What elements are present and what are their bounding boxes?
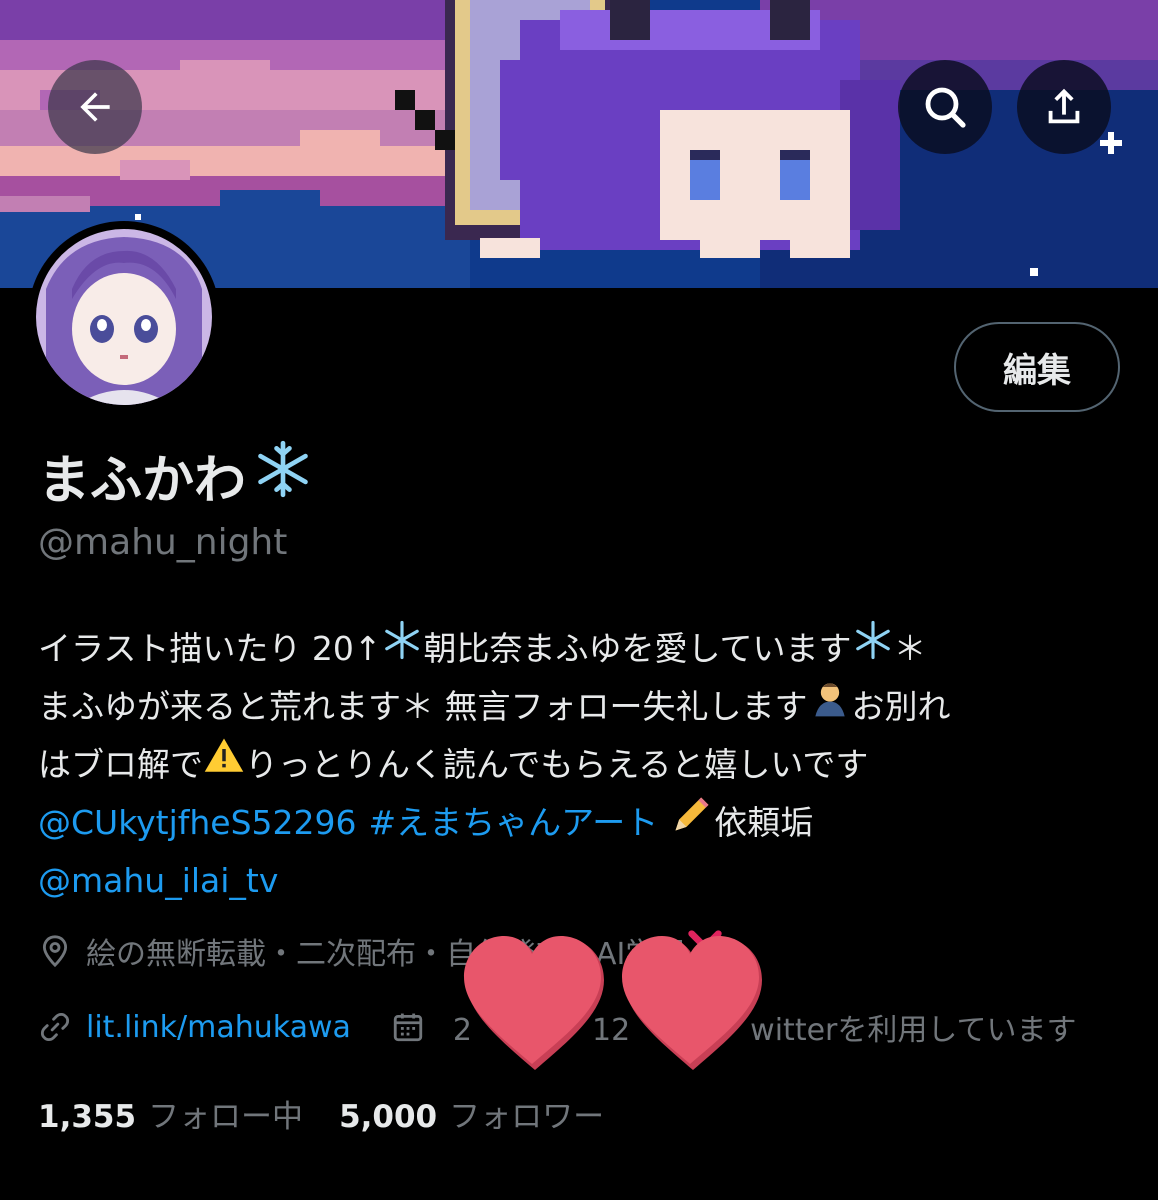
bowing-person-icon [808,676,852,738]
avatar-image [36,229,212,405]
back-button[interactable] [48,60,142,154]
snowflake-icon [252,438,314,513]
display-name: まふかわ [38,438,314,512]
warning-icon [203,735,245,795]
display-name-text: まふかわ [38,450,247,511]
bio-line: はブロ解で りっとりんく読んでもらえると嬉しいです [38,736,1138,794]
search-icon [925,87,966,128]
user-handle: @mahu_night [38,522,288,563]
edit-profile-button[interactable]: 編集 [954,322,1120,412]
cross-mark-icon [685,927,725,975]
profile-bio: イラスト描いたり 20↑ 朝比奈まふゆを愛しています ＊ まふゆが来ると荒れます… [38,620,1138,910]
avatar[interactable] [28,221,220,413]
followers-link[interactable]: 5,000 フォロワー [339,1091,604,1136]
mention-link[interactable]: @CUkytjfheS52296 [38,794,357,852]
followers-label: フォロワー [449,1098,605,1135]
share-upload-icon [1048,88,1080,124]
snowflake-icon [852,619,894,679]
follow-stats: 1,355 フォロー中 5,000 フォロワー [38,1088,604,1138]
bio-line: イラスト描いたり 20↑ 朝比奈まふゆを愛しています ＊ [38,620,1138,678]
hashtag-link[interactable]: #えまちゃんアート [369,794,659,852]
arrow-left-icon [80,92,110,122]
share-button[interactable] [1017,60,1111,154]
calendar-icon [391,1010,425,1044]
location-pin-icon [38,934,72,968]
following-label: フォロー中 [148,1098,304,1135]
pencil-icon [670,792,714,854]
snowflake-icon [381,619,423,679]
joined-date: 2 12 witterを利用しています [452,1013,1077,1048]
website-link[interactable]: lit.link/mahukawa [86,1010,351,1045]
bio-line: @CUkytjfheS52296 #えまちゃんアート 依頼垢 [38,794,1138,852]
mention-link[interactable]: @mahu_ilai_tv [38,852,278,910]
profile-meta-links: lit.link/mahukawa 2 12 witterを利用しています [38,1002,1076,1052]
bio-line: まふゆが来ると荒れます＊ 無言フォロー失礼します お別れ [38,678,1138,736]
following-link[interactable]: 1,355 フォロー中 [38,1091,303,1136]
following-count: 1,355 [38,1098,137,1135]
link-icon [38,1010,72,1044]
followers-count: 5,000 [339,1098,438,1135]
bio-line: @mahu_ilai_tv [38,852,1138,910]
profile-location: 絵の無断転載・二次配布・自作発言・AI学習 [38,926,725,976]
search-button[interactable] [898,60,992,154]
